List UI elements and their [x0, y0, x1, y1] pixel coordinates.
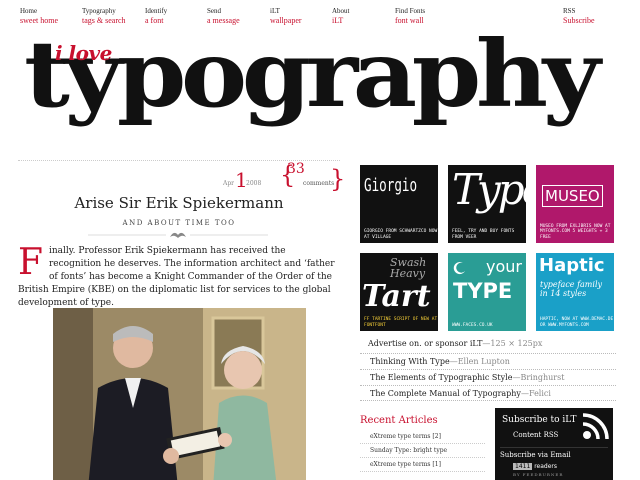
recent-item[interactable]: eXtreme type terms [1]: [360, 458, 485, 472]
book-title: Thinking With Type: [370, 357, 450, 366]
comment-count: 33: [287, 161, 305, 177]
ad-haptic-caption: HAPTIC, NOW AT WWW.DEMAC.DE OR WWW.MYFON…: [540, 317, 614, 328]
ad-faces-caption: WWW.FACES.CO.UK: [452, 322, 493, 328]
ad-giorgio[interactable]: Giorgio GIORGIO FROM SCHWARTZCO NOW AT V…: [360, 165, 438, 243]
nav-ilt-title: iLT: [270, 7, 280, 15]
post-subtitle: AND ABOUT TIME TOO: [122, 219, 236, 227]
book-author: —Ellen Lupton: [449, 357, 510, 366]
logo-wordmark: typography: [24, 20, 600, 128]
ad-haptic[interactable]: Haptic typeface family in 14 styles HAPT…: [536, 253, 614, 331]
advertise-text: Advertise on. or sponsor iLT: [368, 339, 483, 348]
ad-haptic-word: Haptic: [539, 255, 605, 276]
post-meta: Apr 1 2008 { 33 comments }: [18, 160, 346, 193]
book-link[interactable]: The Elements of Typographic Style—Bringh…: [360, 369, 616, 385]
ad-tartine[interactable]: Swash Heavy Tart FF TARTINE SCRIPT OF NE…: [360, 253, 438, 331]
ad-tartine-sub: Swash Heavy: [390, 256, 427, 280]
book-link[interactable]: Thinking With Type—Ellen Lupton: [360, 353, 616, 369]
nav-identify-title: Identify: [145, 7, 168, 15]
post-year: 2008: [246, 180, 262, 187]
book-list: Thinking With Type—Ellen Lupton The Elem…: [360, 353, 616, 401]
advertise-size: —125 × 125px: [482, 339, 543, 348]
subscribe-box: Subscribe to iLT Content RSS Subscribe v…: [495, 408, 613, 480]
post-photo: [53, 308, 306, 480]
logo-tagline: i love: [55, 41, 112, 65]
post-title[interactable]: Arise Sir Erik Spiekermann: [18, 194, 340, 212]
drop-cap: F: [18, 242, 43, 283]
recent-item[interactable]: eXtreme type terms [2]: [360, 430, 485, 444]
recent-item[interactable]: Sunday Type: bright type: [360, 444, 485, 458]
ad-veer-caption: FEEL, TRY AND BUY FONTS FROM VEER: [452, 229, 515, 240]
ad-veer[interactable]: Type FEEL, TRY AND BUY FONTS FROM VEER: [448, 165, 526, 243]
readers-label: readers: [534, 463, 557, 470]
rss-feed-icon: [582, 413, 609, 440]
ornament-divider-icon: [88, 232, 268, 238]
ad-faces-word: your: [486, 257, 522, 276]
book-link[interactable]: The Complete Manual of Typography—Felici: [360, 385, 616, 401]
ad-veer-word: Type: [452, 165, 526, 214]
feedburner-label: BY FEEDBURNER: [513, 472, 564, 477]
readers-count: 1411: [513, 463, 533, 470]
comments-link[interactable]: { 33 comments }: [280, 161, 346, 193]
brace-right-icon: }: [330, 165, 346, 193]
ad-tartine-caption: FF TARTINE SCRIPT OF NEW AT FONTFONT: [364, 317, 438, 328]
book-author: —Bringhurst: [512, 373, 565, 382]
ad-museo-caption: MUSEO FROM EXLJBRIS NOW AT MYFONTS.COM 5…: [540, 223, 611, 240]
ad-giorgio-caption: GIORGIO FROM SCHWARTZCO NOW AT VILLAGE: [364, 229, 438, 240]
nav-find-fonts-title: Find Fonts: [395, 7, 426, 15]
book-title: The Complete Manual of Typography: [370, 389, 521, 398]
ad-museo-word: MUSEO: [542, 185, 603, 207]
site-logo[interactable]: typography i love: [18, 20, 618, 158]
ad-giorgio-word: Giorgio: [364, 175, 418, 196]
nav-typography-title: Typography: [82, 7, 116, 15]
ad-haptic-word2: typeface family in 14 styles: [540, 280, 603, 298]
book-title: The Elements of Typographic Style: [370, 373, 513, 382]
post-text: inally. Professor Erik Spiekermann has r…: [18, 246, 335, 308]
ad-tartine-word: Tart: [362, 279, 431, 314]
book-author: —Felici: [520, 389, 551, 398]
email-subscribe-link[interactable]: Subscribe via Email: [500, 447, 608, 459]
ad-faces[interactable]: your TYPE WWW.FACES.CO.UK: [448, 253, 526, 331]
nav-about-title: About: [332, 7, 350, 15]
recent-articles: Recent Articles eXtreme type terms [2] S…: [360, 415, 485, 472]
post-body: Finally. Professor Erik Spiekermann has …: [18, 245, 340, 310]
content-rss-link[interactable]: Content RSS: [513, 431, 558, 439]
post-month: Apr: [223, 180, 235, 187]
feedburner-count-badge: 1411 readers: [513, 463, 557, 470]
moon-icon: [453, 262, 465, 275]
ad-museo[interactable]: MUSEO MUSEO FROM EXLJBRIS NOW AT MYFONTS…: [536, 165, 614, 243]
nav-send-title: Send: [207, 7, 221, 15]
ad-faces-word2: TYPE: [453, 279, 513, 303]
recent-heading: Recent Articles: [360, 415, 438, 426]
nav-rss-title: RSS: [563, 7, 576, 15]
subscribe-heading: Subscribe to iLT: [502, 415, 577, 425]
nav-home-title: Home: [20, 7, 38, 15]
advertise-link[interactable]: Advertise on. or sponsor iLT—125 × 125px: [368, 339, 542, 348]
